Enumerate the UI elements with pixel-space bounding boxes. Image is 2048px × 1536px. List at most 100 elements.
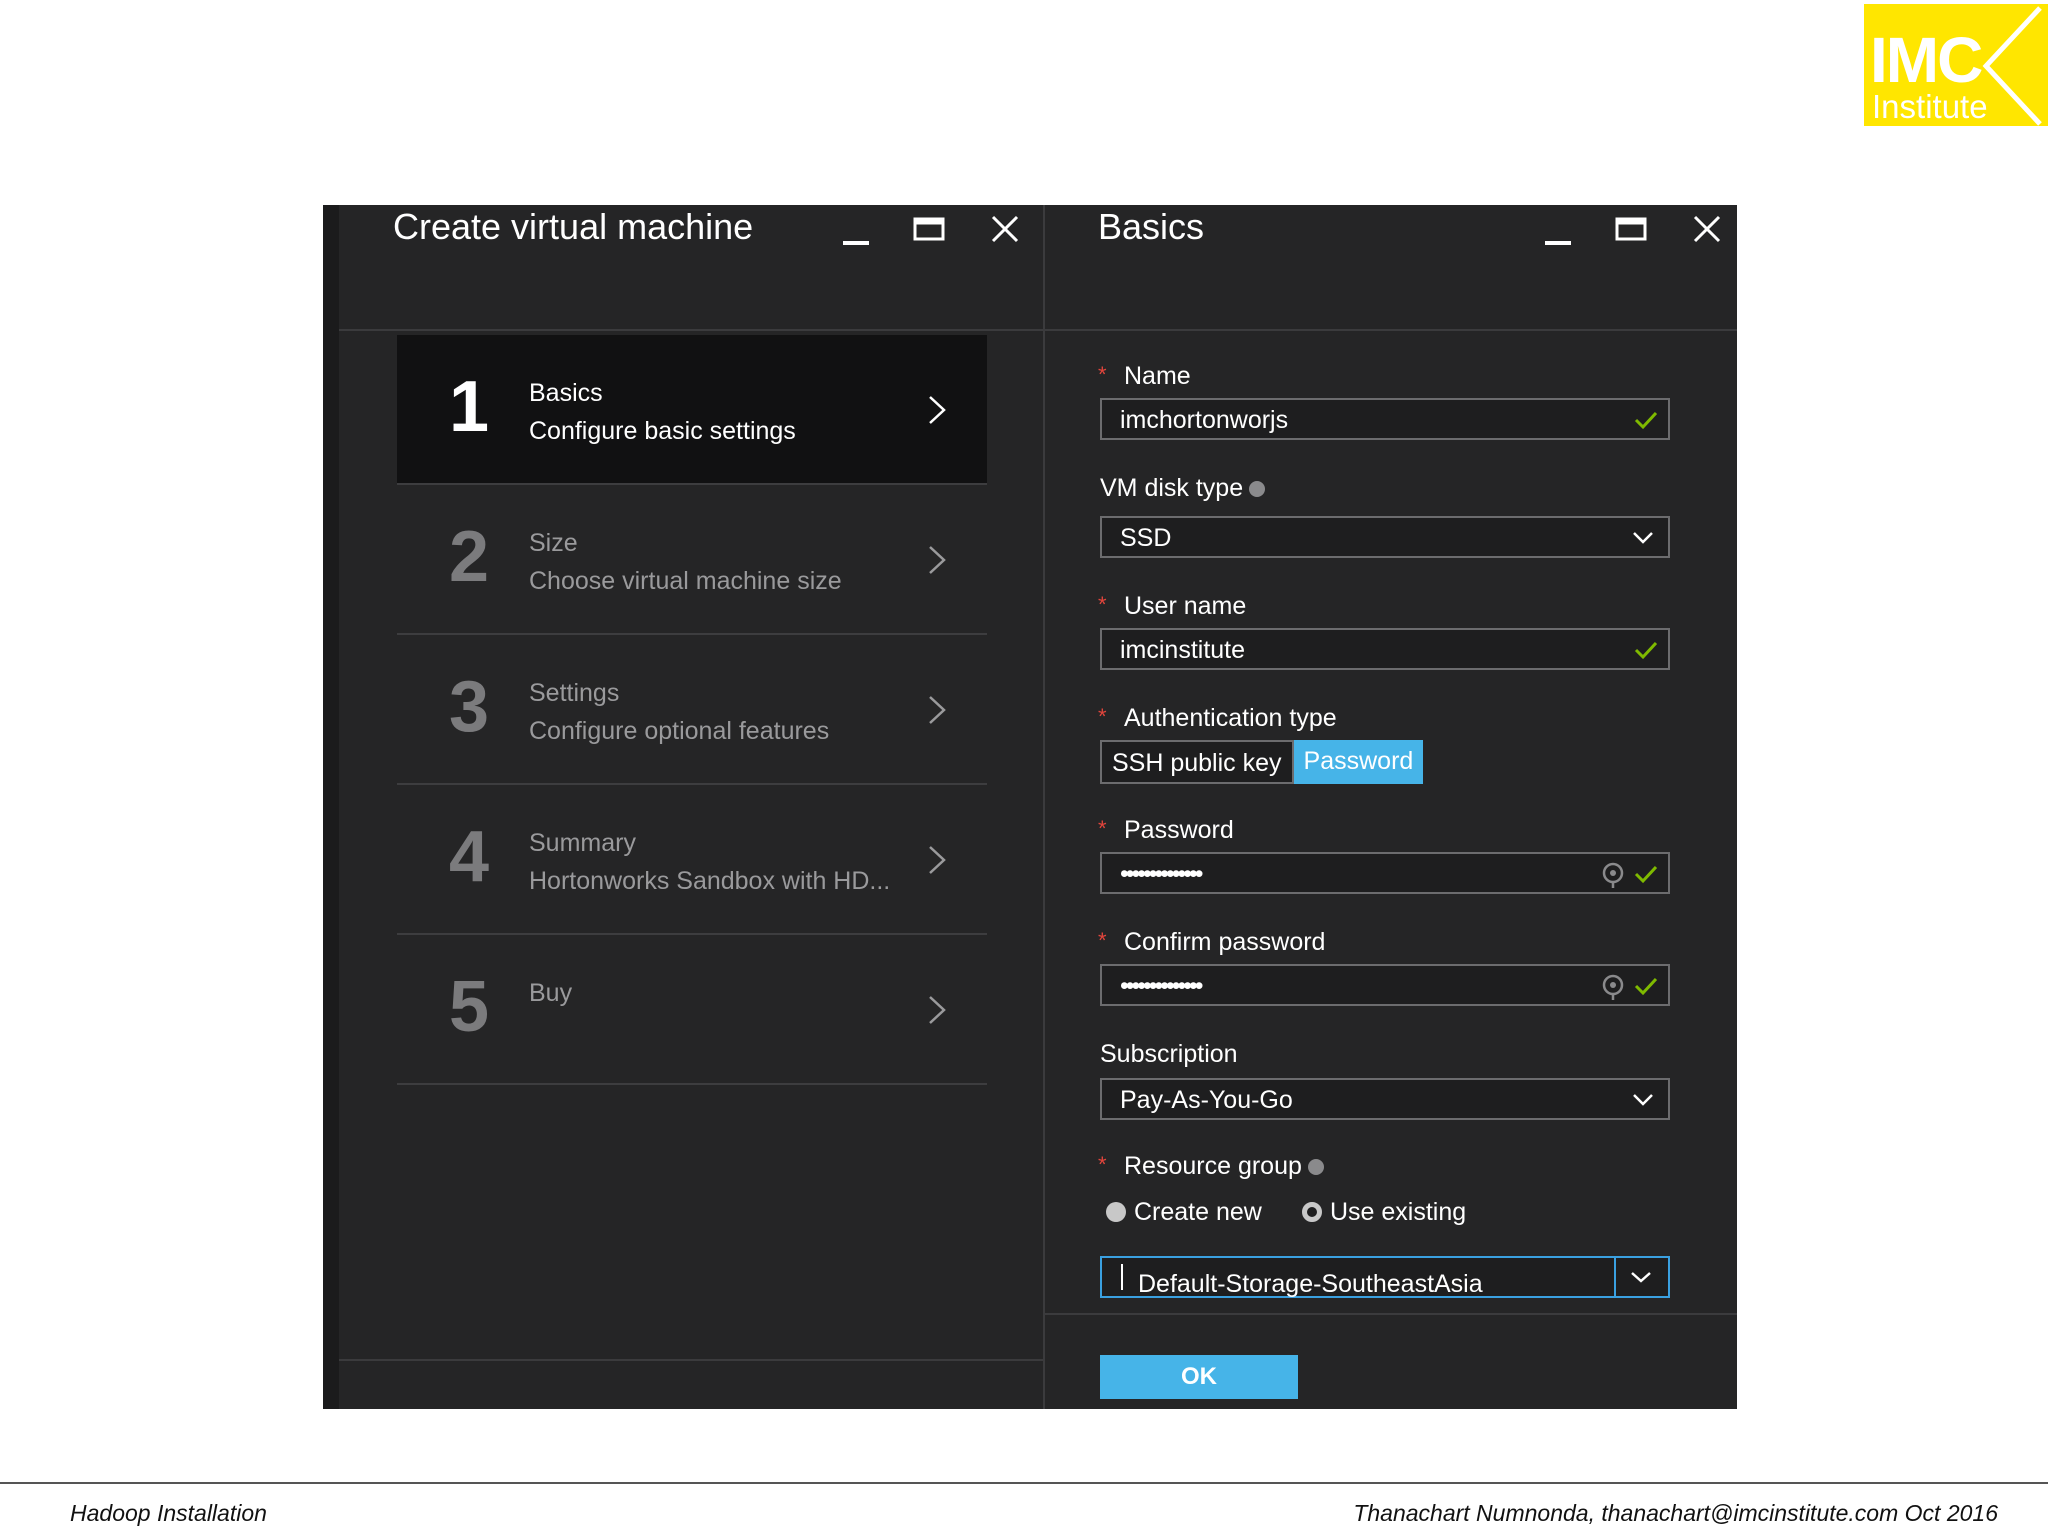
- step-size[interactable]: 2 Size Choose virtual machine size: [397, 485, 987, 635]
- required-marker: *: [1098, 1152, 1107, 1177]
- vm-disk-type-label: VM disk type: [1100, 474, 1266, 503]
- step-summary[interactable]: 4 Summary Hortonworks Sandbox with HD...: [397, 785, 987, 935]
- confirm-password-label: Confirm password: [1124, 928, 1326, 956]
- minimize-icon[interactable]: [1533, 211, 1577, 255]
- maximize-icon[interactable]: [1609, 211, 1653, 255]
- step-title: Settings: [529, 679, 620, 707]
- chevron-down-icon: [1633, 532, 1653, 544]
- required-marker: *: [1098, 816, 1107, 841]
- resource-group-dropdown-button[interactable]: [1616, 1256, 1670, 1298]
- left-blade-window-controls: [831, 211, 1027, 255]
- confirm-password-input[interactable]: ••••••••••••••: [1100, 964, 1670, 1006]
- ok-button[interactable]: OK: [1100, 1355, 1298, 1399]
- ssh-public-key-option[interactable]: SSH public key: [1100, 740, 1294, 784]
- step-description: Hortonworks Sandbox with HD...: [529, 867, 891, 895]
- authentication-type-label: Authentication type: [1124, 704, 1337, 732]
- step-number: 3: [449, 667, 490, 747]
- radio-selected-icon: [1302, 1202, 1322, 1222]
- confirm-password-value: ••••••••••••••: [1120, 972, 1204, 1000]
- step-number: 5: [449, 967, 490, 1047]
- step-title: Size: [529, 529, 578, 557]
- password-input[interactable]: ••••••••••••••: [1100, 852, 1670, 894]
- chevron-right-icon: [929, 846, 946, 874]
- user-name-value: imcinstitute: [1120, 636, 1246, 664]
- password-value: ••••••••••••••: [1120, 860, 1204, 888]
- chevron-down-icon: [1633, 1094, 1653, 1106]
- subscription-value: Pay-As-You-Go: [1120, 1086, 1293, 1114]
- user-name-label: User name: [1124, 592, 1247, 620]
- authentication-type-toggle: SSH public key Password: [1100, 740, 1424, 784]
- resource-group-combobox: Default-Storage-SoutheastAsia: [1100, 1256, 1670, 1298]
- step-settings[interactable]: 3 Settings Configure optional features: [397, 635, 987, 785]
- checkmark-icon: [1634, 411, 1658, 430]
- resource-group-value: Default-Storage-SoutheastAsia: [1120, 1264, 1483, 1298]
- blade-divider: [1043, 205, 1045, 1409]
- use-existing-radio[interactable]: Use existing: [1302, 1198, 1466, 1227]
- resource-group-input[interactable]: Default-Storage-SoutheastAsia: [1100, 1256, 1616, 1298]
- step-number: 2: [449, 517, 490, 597]
- close-icon[interactable]: [983, 211, 1027, 255]
- left-blade-footer-separator: [339, 1359, 1043, 1361]
- name-label: Name: [1124, 362, 1191, 390]
- logo-text-institute: Institute: [1872, 88, 1988, 125]
- header-separator: [339, 329, 1737, 331]
- resource-group-label-text: Resource group: [1124, 1152, 1302, 1180]
- azure-portal-window: Create virtual machine Basics 1 Basics C…: [323, 205, 1737, 1409]
- text-cursor: [1121, 1264, 1123, 1290]
- vm-disk-type-label-text: VM disk type: [1100, 474, 1244, 502]
- chevron-right-icon: [929, 546, 946, 574]
- vm-disk-type-select[interactable]: SSD: [1100, 516, 1670, 558]
- minimize-icon[interactable]: [831, 211, 875, 255]
- create-vm-blade-title: Create virtual machine: [393, 206, 754, 247]
- close-icon[interactable]: [1685, 211, 1729, 255]
- step-description: Configure basic settings: [529, 417, 796, 445]
- chevron-right-icon: [929, 996, 946, 1024]
- right-blade-footer-separator: [1045, 1313, 1737, 1315]
- user-name-input[interactable]: imcinstitute: [1100, 628, 1670, 670]
- footer-left-text: Hadoop Installation: [70, 1500, 267, 1526]
- step-number: 4: [449, 817, 490, 897]
- window-left-edge: [323, 205, 339, 1409]
- name-input[interactable]: imchortonworjs: [1100, 398, 1670, 440]
- radio-unselected-icon: [1106, 1202, 1126, 1222]
- checkmark-icon: [1634, 865, 1658, 884]
- password-reveal-icon[interactable]: [1600, 974, 1626, 1000]
- step-number: 1: [449, 367, 490, 447]
- chevron-right-icon: [929, 396, 946, 424]
- chevron-right-icon: [929, 696, 946, 724]
- checkmark-icon: [1634, 977, 1658, 996]
- step-title: Buy: [529, 979, 573, 1007]
- password-option[interactable]: Password: [1293, 740, 1424, 784]
- required-marker: *: [1098, 928, 1107, 953]
- vm-disk-type-value: SSD: [1120, 524, 1172, 552]
- resource-group-value-text: Default-Storage-SoutheastAsia: [1138, 1270, 1483, 1298]
- name-value: imchortonworjs: [1120, 406, 1289, 434]
- chevron-down-icon: [1631, 1272, 1651, 1283]
- basics-blade-title: Basics: [1098, 206, 1205, 247]
- step-title: Basics: [529, 379, 603, 407]
- info-icon[interactable]: [1249, 481, 1266, 498]
- step-basics[interactable]: 1 Basics Configure basic settings: [397, 335, 987, 485]
- step-buy[interactable]: 5 Buy: [397, 935, 987, 1085]
- logo-text-imc: IMC: [1870, 24, 1983, 96]
- step-title: Summary: [529, 829, 636, 857]
- required-marker: *: [1098, 592, 1107, 617]
- right-blade-window-controls: [1533, 211, 1729, 255]
- resource-group-label: Resource group: [1124, 1152, 1324, 1181]
- create-new-label: Create new: [1134, 1198, 1262, 1226]
- step-description: Configure optional features: [529, 717, 830, 745]
- use-existing-label: Use existing: [1330, 1198, 1467, 1226]
- subscription-select[interactable]: Pay-As-You-Go: [1100, 1078, 1670, 1120]
- footer-divider: [0, 1482, 2048, 1484]
- step-description: Choose virtual machine size: [529, 567, 842, 595]
- info-icon[interactable]: [1307, 1159, 1324, 1176]
- create-new-radio[interactable]: Create new: [1106, 1198, 1262, 1227]
- password-reveal-icon[interactable]: [1600, 862, 1626, 888]
- checkmark-icon: [1634, 641, 1658, 660]
- imc-institute-logo: IMC Institute: [1864, 4, 2048, 126]
- required-marker: *: [1098, 704, 1107, 729]
- required-marker: *: [1098, 362, 1107, 387]
- footer-right-text: Thanachart Numnonda, thanachart@imcinsti…: [1353, 1500, 1998, 1526]
- maximize-icon[interactable]: [907, 211, 951, 255]
- subscription-label: Subscription: [1100, 1040, 1238, 1068]
